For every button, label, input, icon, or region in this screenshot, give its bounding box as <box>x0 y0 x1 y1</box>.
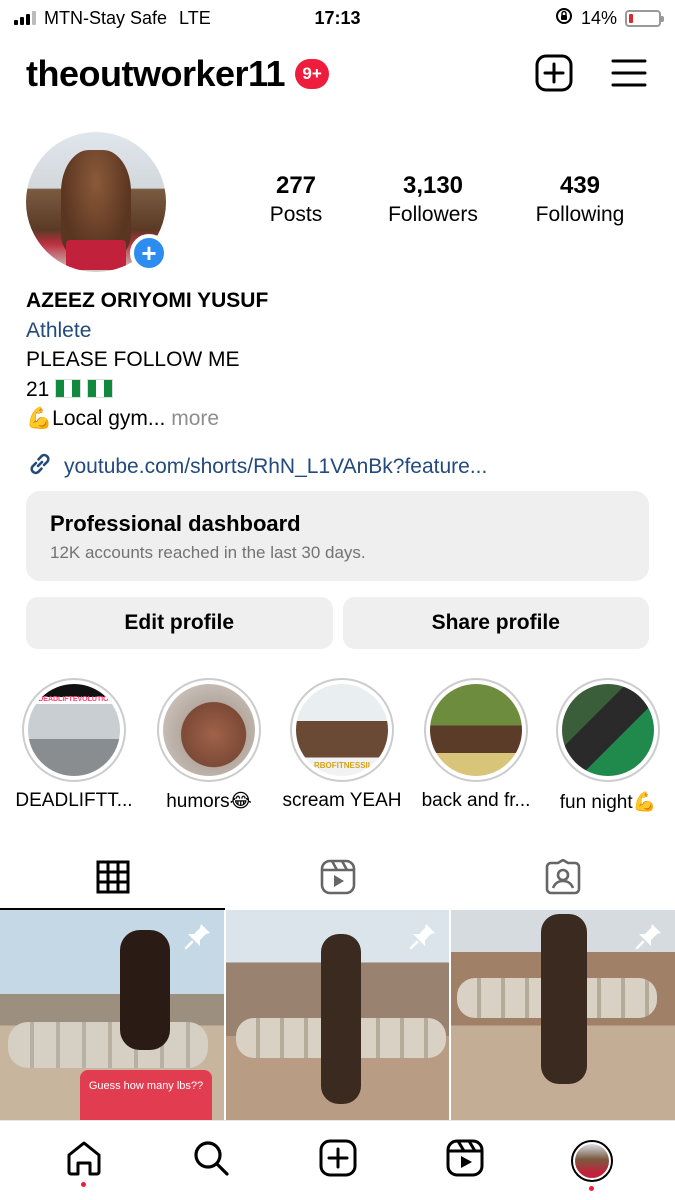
pinned-icon <box>409 922 437 955</box>
stat-followers[interactable]: 3,130 Followers <box>373 172 493 227</box>
carrier-name: MTN-Stay Safe <box>44 7 168 28</box>
add-story-button[interactable]: + <box>130 234 168 272</box>
pinned-icon <box>635 922 663 955</box>
highlight-label: fun night💪 <box>559 792 657 813</box>
reels-icon <box>446 1139 484 1182</box>
bottom-navigation <box>0 1120 675 1200</box>
bio-line-age: 21 <box>26 375 646 405</box>
clock: 17:13 <box>314 7 361 28</box>
nav-home[interactable] <box>54 1131 114 1191</box>
posts-count: 277 <box>275 172 317 199</box>
following-count: 439 <box>559 172 601 199</box>
nav-reels[interactable] <box>435 1131 495 1191</box>
nav-create[interactable] <box>308 1131 368 1191</box>
profile-avatar-icon <box>570 1139 613 1182</box>
edit-profile-button[interactable]: Edit profile <box>26 597 333 649</box>
network-type: LTE <box>179 7 211 28</box>
nigeria-flag-icon <box>55 378 82 398</box>
battery-icon <box>625 9 664 27</box>
profile-stats: 277 Posts 3,130 Followers 439 Following <box>250 172 640 227</box>
profile-tabs <box>0 848 675 910</box>
highlight-item[interactable]: RBOFITNESSII scream YEAH <box>276 678 408 812</box>
pinned-icon <box>184 922 212 955</box>
bio-age: 21 <box>26 377 50 401</box>
nigeria-flag-icon <box>87 378 114 398</box>
nav-profile[interactable] <box>562 1131 622 1191</box>
notification-badge[interactable]: 9+ <box>295 59 330 89</box>
posts-label: Posts <box>269 203 323 226</box>
status-bar: MTN-Stay Safe LTE 17:13 14% <box>0 0 675 36</box>
following-label: Following <box>535 203 625 226</box>
link-icon <box>26 450 54 484</box>
tab-reels[interactable] <box>225 848 450 910</box>
bio-gym-text: Local gym... <box>52 407 166 430</box>
profile-category[interactable]: Athlete <box>26 316 646 346</box>
tagged-icon <box>545 857 581 900</box>
nav-search[interactable] <box>181 1131 241 1191</box>
signal-icon <box>14 11 36 25</box>
battery-percent: 14% <box>580 7 617 28</box>
followers-count: 3,130 <box>402 172 464 199</box>
highlight-label: DEADLIFTT... <box>15 790 133 811</box>
username-switcher[interactable]: theoutworker11 <box>26 53 286 95</box>
create-icon <box>319 1139 357 1182</box>
post-thumbnail[interactable] <box>225 910 450 1120</box>
display-name: AZEEZ ORIYOMI YUSUF <box>26 289 269 312</box>
flexed-biceps-icon: 💪 <box>26 407 53 430</box>
profile-bio: AZEEZ ORIYOMI YUSUF Athlete PLEASE FOLLO… <box>26 286 646 434</box>
profile-header: theoutworker11 9+ <box>0 48 675 100</box>
profile-avatar[interactable]: + <box>26 132 168 272</box>
tab-tagged[interactable] <box>450 848 675 910</box>
highlight-item[interactable]: back and fr... <box>410 678 542 812</box>
bio-link[interactable]: youtube.com/shorts/RhN_L1VAnBk?feature..… <box>26 450 487 484</box>
stat-following[interactable]: 439 Following <box>520 172 640 227</box>
posts-grid: Guess how many lbs?? <box>0 910 675 1120</box>
highlight-label: back and fr... <box>421 790 531 811</box>
grid-icon <box>96 860 130 899</box>
menu-icon[interactable] <box>611 58 647 88</box>
professional-dashboard[interactable]: Professional dashboard 12K accounts reac… <box>26 491 649 581</box>
reels-icon <box>320 859 356 900</box>
highlight-thumb-text: #DEADLIFTEVOLUTION <box>34 696 114 703</box>
profile-actions: Edit profile Share profile <box>26 597 649 649</box>
highlight-item[interactable]: fun night💪 <box>542 678 674 814</box>
highlight-item[interactable]: #DEADLIFTEVOLUTION DEADLIFTT... <box>8 678 140 812</box>
followers-label: Followers <box>388 203 478 226</box>
notification-dot <box>589 1185 594 1191</box>
highlight-label: scream YEAH <box>282 790 402 811</box>
post-thumbnail[interactable]: Guess how many lbs?? <box>0 910 224 1120</box>
home-icon <box>65 1139 103 1182</box>
story-highlights: #DEADLIFTEVOLUTION DEADLIFTT... humors😂 … <box>0 678 675 818</box>
notification-dot <box>81 1181 86 1187</box>
bio-line: PLEASE FOLLOW ME <box>26 348 240 371</box>
search-icon <box>192 1139 230 1182</box>
post-caption-sticker: Guess how many lbs?? <box>80 1070 212 1120</box>
tab-posts-grid[interactable] <box>0 848 225 910</box>
highlight-item[interactable]: humors😂 <box>143 678 275 813</box>
highlight-thumb-text: RBOFITNESSII <box>313 761 370 770</box>
dashboard-title: Professional dashboard <box>50 511 301 536</box>
share-profile-button[interactable]: Share profile <box>342 597 649 649</box>
bio-more-link[interactable]: more <box>171 407 219 430</box>
bio-line-gym: 💪Local gym... more <box>26 404 646 434</box>
new-post-icon[interactable] <box>535 54 573 92</box>
post-thumbnail[interactable] <box>451 910 675 1120</box>
dashboard-subtitle: 12K accounts reached in the last 30 days… <box>50 543 366 562</box>
orientation-lock-icon <box>555 7 573 30</box>
highlight-label: humors😂 <box>166 791 252 812</box>
stat-posts[interactable]: 277 Posts <box>246 172 346 227</box>
bio-link-text[interactable]: youtube.com/shorts/RhN_L1VAnBk?feature..… <box>64 455 487 479</box>
